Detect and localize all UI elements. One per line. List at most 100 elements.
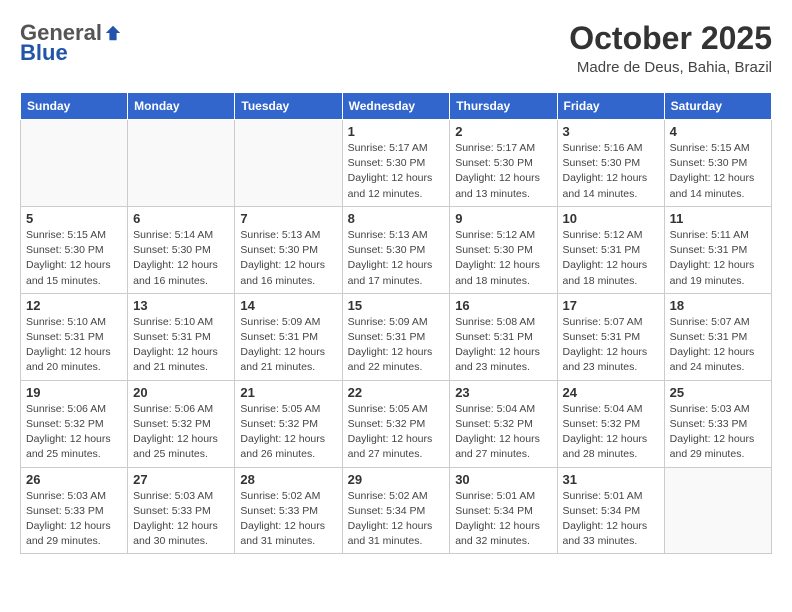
day-number: 23 xyxy=(455,385,551,400)
day-number: 16 xyxy=(455,298,551,313)
day-info: Sunrise: 5:09 AM Sunset: 5:31 PM Dayligh… xyxy=(348,315,445,376)
day-number: 5 xyxy=(26,211,122,226)
calendar-cell: 28Sunrise: 5:02 AM Sunset: 5:33 PM Dayli… xyxy=(235,467,342,554)
calendar-cell: 21Sunrise: 5:05 AM Sunset: 5:32 PM Dayli… xyxy=(235,380,342,467)
calendar-table: SundayMondayTuesdayWednesdayThursdayFrid… xyxy=(20,92,772,554)
calendar-cell: 26Sunrise: 5:03 AM Sunset: 5:33 PM Dayli… xyxy=(21,467,128,554)
calendar-cell: 12 Sunrise: 5:10 AM Sunset: 5:31 PM Dayli… xyxy=(21,293,128,380)
calendar-cell xyxy=(21,120,128,207)
day-info: Sunrise: 5:06 AM Sunset: 5:32 PM Dayligh… xyxy=(133,402,229,463)
calendar-cell: 2 Sunrise: 5:17 AM Sunset: 5:30 PM Daylig… xyxy=(450,120,557,207)
month-title: October 2025 xyxy=(569,20,772,57)
calendar-week-3: 12 Sunrise: 5:10 AM Sunset: 5:31 PM Dayli… xyxy=(21,293,772,380)
calendar-cell: 19Sunrise: 5:06 AM Sunset: 5:32 PM Dayli… xyxy=(21,380,128,467)
day-number: 22 xyxy=(348,385,445,400)
day-number: 8 xyxy=(348,211,445,226)
day-info: Sunrise: 5:07 AM Sunset: 5:31 PM Dayligh… xyxy=(563,315,659,376)
day-number: 25 xyxy=(670,385,766,400)
day-info: Sunrise: 5:06 AM Sunset: 5:32 PM Dayligh… xyxy=(26,402,122,463)
day-info: Sunrise: 5:08 AM Sunset: 5:31 PM Dayligh… xyxy=(455,315,551,376)
calendar-cell: 8 Sunrise: 5:13 AM Sunset: 5:30 PM Daylig… xyxy=(342,206,450,293)
calendar-cell: 4Sunrise: 5:15 AM Sunset: 5:30 PM Daylig… xyxy=(664,120,771,207)
logo: General Blue xyxy=(20,20,122,66)
weekday-header-monday: Monday xyxy=(128,93,235,120)
day-number: 12 xyxy=(26,298,122,313)
day-info: Sunrise: 5:04 AM Sunset: 5:32 PM Dayligh… xyxy=(563,402,659,463)
location: Madre de Deus, Bahia, Brazil xyxy=(569,59,772,76)
weekday-header-tuesday: Tuesday xyxy=(235,93,342,120)
calendar-cell: 1Sunrise: 5:17 AM Sunset: 5:30 PM Daylig… xyxy=(342,120,450,207)
day-info: Sunrise: 5:15 AM Sunset: 5:30 PM Dayligh… xyxy=(670,141,766,202)
day-info: Sunrise: 5:07 AM Sunset: 5:31 PM Dayligh… xyxy=(670,315,766,376)
calendar-cell: 10 Sunrise: 5:12 AM Sunset: 5:31 PM Dayli… xyxy=(557,206,664,293)
day-number: 10 xyxy=(563,211,659,226)
weekday-header-sunday: Sunday xyxy=(21,93,128,120)
calendar-week-4: 19Sunrise: 5:06 AM Sunset: 5:32 PM Dayli… xyxy=(21,380,772,467)
day-number: 13 xyxy=(133,298,229,313)
day-info: Sunrise: 5:12 AM Sunset: 5:31 PM Dayligh… xyxy=(563,228,659,289)
weekday-header-row: SundayMondayTuesdayWednesdayThursdayFrid… xyxy=(21,93,772,120)
calendar-cell: 13Sunrise: 5:10 AM Sunset: 5:31 PM Dayli… xyxy=(128,293,235,380)
calendar-cell: 31 Sunrise: 5:01 AM Sunset: 5:34 PM Dayli… xyxy=(557,467,664,554)
day-number: 31 xyxy=(563,472,659,487)
weekday-header-thursday: Thursday xyxy=(450,93,557,120)
day-info: Sunrise: 5:12 AM Sunset: 5:30 PM Dayligh… xyxy=(455,228,551,289)
calendar-cell: 16 Sunrise: 5:08 AM Sunset: 5:31 PM Dayli… xyxy=(450,293,557,380)
calendar-cell: 24Sunrise: 5:04 AM Sunset: 5:32 PM Dayli… xyxy=(557,380,664,467)
day-number: 11 xyxy=(670,211,766,226)
weekday-header-friday: Friday xyxy=(557,93,664,120)
calendar-cell: 6Sunrise: 5:14 AM Sunset: 5:30 PM Daylig… xyxy=(128,206,235,293)
logo-blue-text: Blue xyxy=(20,40,68,65)
calendar-cell: 11 Sunrise: 5:11 AM Sunset: 5:31 PM Dayli… xyxy=(664,206,771,293)
calendar-cell: 15 Sunrise: 5:09 AM Sunset: 5:31 PM Dayli… xyxy=(342,293,450,380)
day-info: Sunrise: 5:02 AM Sunset: 5:33 PM Dayligh… xyxy=(240,489,336,550)
day-info: Sunrise: 5:04 AM Sunset: 5:32 PM Dayligh… xyxy=(455,402,551,463)
day-info: Sunrise: 5:03 AM Sunset: 5:33 PM Dayligh… xyxy=(26,489,122,550)
day-info: Sunrise: 5:17 AM Sunset: 5:30 PM Dayligh… xyxy=(455,141,551,202)
day-info: Sunrise: 5:03 AM Sunset: 5:33 PM Dayligh… xyxy=(670,402,766,463)
calendar-cell: 20 Sunrise: 5:06 AM Sunset: 5:32 PM Dayli… xyxy=(128,380,235,467)
calendar-cell: 3 Sunrise: 5:16 AM Sunset: 5:30 PM Daylig… xyxy=(557,120,664,207)
calendar-cell: 17 Sunrise: 5:07 AM Sunset: 5:31 PM Dayli… xyxy=(557,293,664,380)
day-number: 2 xyxy=(455,124,551,139)
day-info: Sunrise: 5:05 AM Sunset: 5:32 PM Dayligh… xyxy=(348,402,445,463)
calendar-cell: 18 Sunrise: 5:07 AM Sunset: 5:31 PM Dayli… xyxy=(664,293,771,380)
page-header: General Blue October 2025 Madre de Deus,… xyxy=(20,20,772,76)
day-number: 17 xyxy=(563,298,659,313)
calendar-cell: 7 Sunrise: 5:13 AM Sunset: 5:30 PM Daylig… xyxy=(235,206,342,293)
day-number: 29 xyxy=(348,472,445,487)
day-number: 9 xyxy=(455,211,551,226)
day-number: 3 xyxy=(563,124,659,139)
day-number: 30 xyxy=(455,472,551,487)
calendar-cell: 29Sunrise: 5:02 AM Sunset: 5:34 PM Dayli… xyxy=(342,467,450,554)
day-info: Sunrise: 5:15 AM Sunset: 5:30 PM Dayligh… xyxy=(26,228,122,289)
calendar-cell: 23 Sunrise: 5:04 AM Sunset: 5:32 PM Dayli… xyxy=(450,380,557,467)
day-info: Sunrise: 5:11 AM Sunset: 5:31 PM Dayligh… xyxy=(670,228,766,289)
day-number: 15 xyxy=(348,298,445,313)
calendar-cell: 5 Sunrise: 5:15 AM Sunset: 5:30 PM Daylig… xyxy=(21,206,128,293)
day-info: Sunrise: 5:10 AM Sunset: 5:31 PM Dayligh… xyxy=(26,315,122,376)
day-info: Sunrise: 5:16 AM Sunset: 5:30 PM Dayligh… xyxy=(563,141,659,202)
calendar-cell: 25 Sunrise: 5:03 AM Sunset: 5:33 PM Dayli… xyxy=(664,380,771,467)
calendar-week-2: 5 Sunrise: 5:15 AM Sunset: 5:30 PM Daylig… xyxy=(21,206,772,293)
weekday-header-saturday: Saturday xyxy=(664,93,771,120)
day-info: Sunrise: 5:05 AM Sunset: 5:32 PM Dayligh… xyxy=(240,402,336,463)
day-number: 27 xyxy=(133,472,229,487)
day-number: 18 xyxy=(670,298,766,313)
calendar-cell xyxy=(664,467,771,554)
day-info: Sunrise: 5:01 AM Sunset: 5:34 PM Dayligh… xyxy=(563,489,659,550)
day-number: 7 xyxy=(240,211,336,226)
weekday-header-wednesday: Wednesday xyxy=(342,93,450,120)
day-number: 6 xyxy=(133,211,229,226)
day-info: Sunrise: 5:01 AM Sunset: 5:34 PM Dayligh… xyxy=(455,489,551,550)
calendar-cell: 27Sunrise: 5:03 AM Sunset: 5:33 PM Dayli… xyxy=(128,467,235,554)
calendar-week-1: 1Sunrise: 5:17 AM Sunset: 5:30 PM Daylig… xyxy=(21,120,772,207)
day-info: Sunrise: 5:13 AM Sunset: 5:30 PM Dayligh… xyxy=(240,228,336,289)
day-info: Sunrise: 5:13 AM Sunset: 5:30 PM Dayligh… xyxy=(348,228,445,289)
calendar-cell: 14Sunrise: 5:09 AM Sunset: 5:31 PM Dayli… xyxy=(235,293,342,380)
calendar-cell: 22 Sunrise: 5:05 AM Sunset: 5:32 PM Dayli… xyxy=(342,380,450,467)
day-number: 20 xyxy=(133,385,229,400)
calendar-week-5: 26Sunrise: 5:03 AM Sunset: 5:33 PM Dayli… xyxy=(21,467,772,554)
calendar-cell xyxy=(128,120,235,207)
day-number: 14 xyxy=(240,298,336,313)
